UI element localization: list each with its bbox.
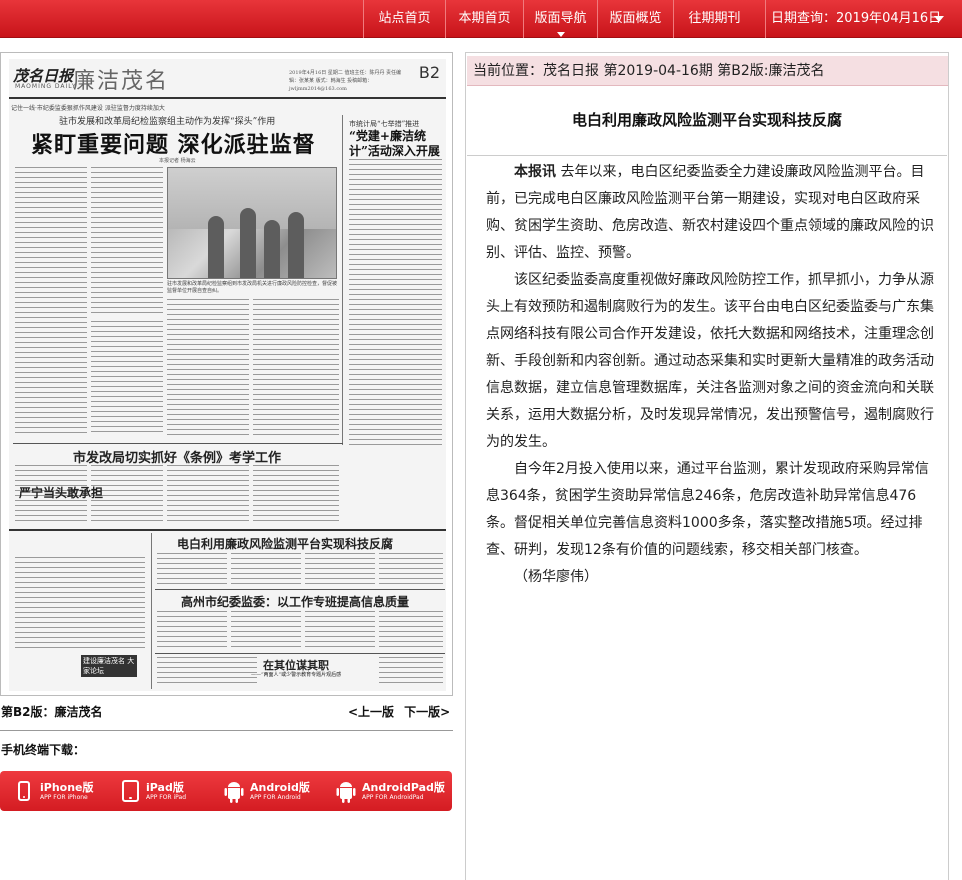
current-page-label: 第B2版：廉洁茂名 xyxy=(1,705,103,719)
masthead-meta: 2019年4月16日 星期二 值班主任：陈丹丹 责任编辑：张某某 版式：韩海生 … xyxy=(289,70,402,92)
article-text-block xyxy=(305,611,375,651)
divider xyxy=(467,155,947,156)
app-sub: APP FOR Android xyxy=(250,793,301,801)
android-pad-icon xyxy=(336,779,356,803)
breadcrumb: 当前位置：茂名日报 第2019-04-16期 第B2版:廉洁茂名 xyxy=(467,56,948,86)
side-headline[interactable]: “党建+廉洁统计”活动深入开展 xyxy=(349,129,444,159)
article-text-block xyxy=(157,611,227,651)
article-paragraph: 该区纪委监委高度重视做好廉政风险防控工作，抓早抓小，力争从源头上有效预防和遏制腐… xyxy=(486,272,934,450)
iphone-icon xyxy=(14,779,34,803)
app-download-bar: iPhone版 APP FOR iPhone iPad版 APP FOR iPad … xyxy=(0,771,452,811)
article-text-block xyxy=(15,167,87,435)
article-text-block xyxy=(157,657,257,687)
side-subhead: 市统计局“七举措”推进 xyxy=(349,120,420,128)
page-number: B2 xyxy=(418,63,440,82)
app-name: Android版 xyxy=(250,780,310,794)
divider xyxy=(0,730,453,731)
app-sub: APP FOR iPad xyxy=(146,793,186,801)
article-text-block xyxy=(15,557,145,649)
newspaper-page-image[interactable]: 茂名日报 MAOMING DAILY 廉洁茂名 2019年4月16日 星期二 值… xyxy=(9,59,446,691)
third-headline[interactable]: 电白利用廉政风险监测平台实现科技反腐 xyxy=(177,535,393,552)
nav-past-issues[interactable]: 往期期刊 xyxy=(673,0,755,38)
top-nav-bar: 站点首页 本期首页 版面导航 版面概览 往期期刊 日期查询： 2019年04月1… xyxy=(0,0,962,38)
article-text-block xyxy=(253,465,339,525)
app-name: iPhone版 xyxy=(40,780,94,794)
date-query-label: 日期查询： xyxy=(771,11,837,26)
newspaper-page-viewer: 茂名日报 MAOMING DAILY 廉洁茂名 2019年4月16日 星期二 值… xyxy=(0,52,453,696)
article-text-block xyxy=(231,553,301,587)
nav-issue-home[interactable]: 本期首页 xyxy=(445,0,523,38)
prev-page-link[interactable]: <上一版 xyxy=(348,703,394,720)
article-title: 电白利用廉政风险监测平台实现科技反腐 xyxy=(571,111,842,129)
android-pad-app-button[interactable]: AndroidPad版 APP FOR AndroidPad xyxy=(336,771,445,811)
article-text-block xyxy=(167,465,249,525)
article-text-block xyxy=(379,611,443,651)
column-logo: 建设廉洁茂名 大家论坛 xyxy=(81,655,137,677)
article-author: （杨华廖伟） xyxy=(514,569,598,585)
article-panel: 当前位置：茂名日报 第2019-04-16期 第B2版:廉洁茂名 电白利用廉政风… xyxy=(465,52,949,880)
next-page-link[interactable]: 下一版> xyxy=(404,703,450,720)
photo-caption: 驻市发展和改革局纪检监察组到市发改局机关进行廉政风险防控检查，督促被监督单位开展… xyxy=(167,281,338,294)
app-sub: APP FOR AndroidPad xyxy=(362,793,424,801)
nav-page-navigation[interactable]: 版面导航 xyxy=(523,0,597,38)
article-body: 本报讯 去年以来，电白区纪委监委全力建设廉政风险监测平台。目前，已完成电白区廉政… xyxy=(486,159,938,591)
column-rule xyxy=(342,115,343,445)
fifth-headline-sub: ——“两面人”或少警示教育专题片观后感 xyxy=(251,672,342,678)
article-text-block xyxy=(305,553,375,587)
second-headline[interactable]: 市发改局切实抓好《条例》考学工作 xyxy=(73,447,281,466)
section-rule xyxy=(13,443,343,444)
section-title: 廉洁茂名 xyxy=(73,69,170,94)
iphone-app-button[interactable]: iPhone版 APP FOR iPhone xyxy=(14,771,94,811)
date-query-select[interactable]: 日期查询： 2019年04月16日 xyxy=(765,0,962,38)
android-app-button[interactable]: Android版 APP FOR Android xyxy=(224,771,310,811)
section-rule xyxy=(9,529,446,531)
article-text-block xyxy=(379,657,443,687)
lead-headline[interactable]: 紧盯重要问题 深化派驻监督 xyxy=(31,127,316,159)
article-text-block xyxy=(349,159,442,449)
box-headline[interactable]: 严宁当头敢承担 xyxy=(19,484,103,501)
nav-menu: 站点首页 本期首页 版面导航 版面概览 往期期刊 xyxy=(363,0,755,38)
ipad-icon xyxy=(120,779,140,803)
app-name: AndroidPad版 xyxy=(362,780,445,794)
caret-down-icon xyxy=(556,32,565,37)
app-sub: APP FOR iPhone xyxy=(40,793,88,801)
article-text-block xyxy=(157,553,227,587)
article-text-block xyxy=(231,611,301,651)
section-rule xyxy=(155,589,445,590)
download-title: 手机终端下载： xyxy=(1,743,86,757)
article-paragraph: 本报讯 去年以来，电白区纪委监委全力建设廉政风险监测平台。目前，已完成电白区廉政… xyxy=(486,159,938,267)
news-photo[interactable] xyxy=(167,167,337,279)
article-text-block xyxy=(379,553,443,587)
date-query-value: 2019年04月16日 xyxy=(836,11,942,26)
column-rule xyxy=(151,533,152,689)
nav-page-navigation-label: 版面导航 xyxy=(534,11,587,26)
newspaper-masthead: 茂名日报 MAOMING DAILY 廉洁茂名 2019年4月16日 星期二 值… xyxy=(9,59,446,99)
article-text-block xyxy=(91,321,163,435)
lead-byline: 本报记者 杨海云 xyxy=(159,158,196,164)
article-text-block xyxy=(167,299,249,435)
lead-tag: 本报讯 xyxy=(514,164,556,180)
dropdown-arrow-icon xyxy=(934,16,944,22)
article-text-block xyxy=(253,299,339,435)
newspaper-logo-en: MAOMING DAILY xyxy=(15,83,77,90)
page-pager: <上一版 下一版> xyxy=(348,703,450,720)
fourth-headline[interactable]: 高州市纪委监委：以工作专班提高信息质量 xyxy=(181,593,409,610)
nav-page-overview[interactable]: 版面概览 xyxy=(597,0,673,38)
section-rule xyxy=(155,653,445,654)
kicker-line: 记住一线·市纪委监委狠抓作风建设 派驻监督力度持续加大 xyxy=(11,105,165,112)
app-name: iPad版 xyxy=(146,780,184,794)
nav-site-home[interactable]: 站点首页 xyxy=(363,0,445,38)
lead-subhead: 驻市发展和改革局纪检监察组主动作为发挥“探头”作用 xyxy=(59,117,276,127)
article-paragraph: 自今年2月投入使用以来，通过平台监测，累计发现政府采购异常信息364条，贫困学生… xyxy=(486,461,929,558)
ipad-app-button[interactable]: iPad版 APP FOR iPad xyxy=(120,771,186,811)
article-text-block xyxy=(91,167,163,317)
android-icon xyxy=(224,779,244,803)
